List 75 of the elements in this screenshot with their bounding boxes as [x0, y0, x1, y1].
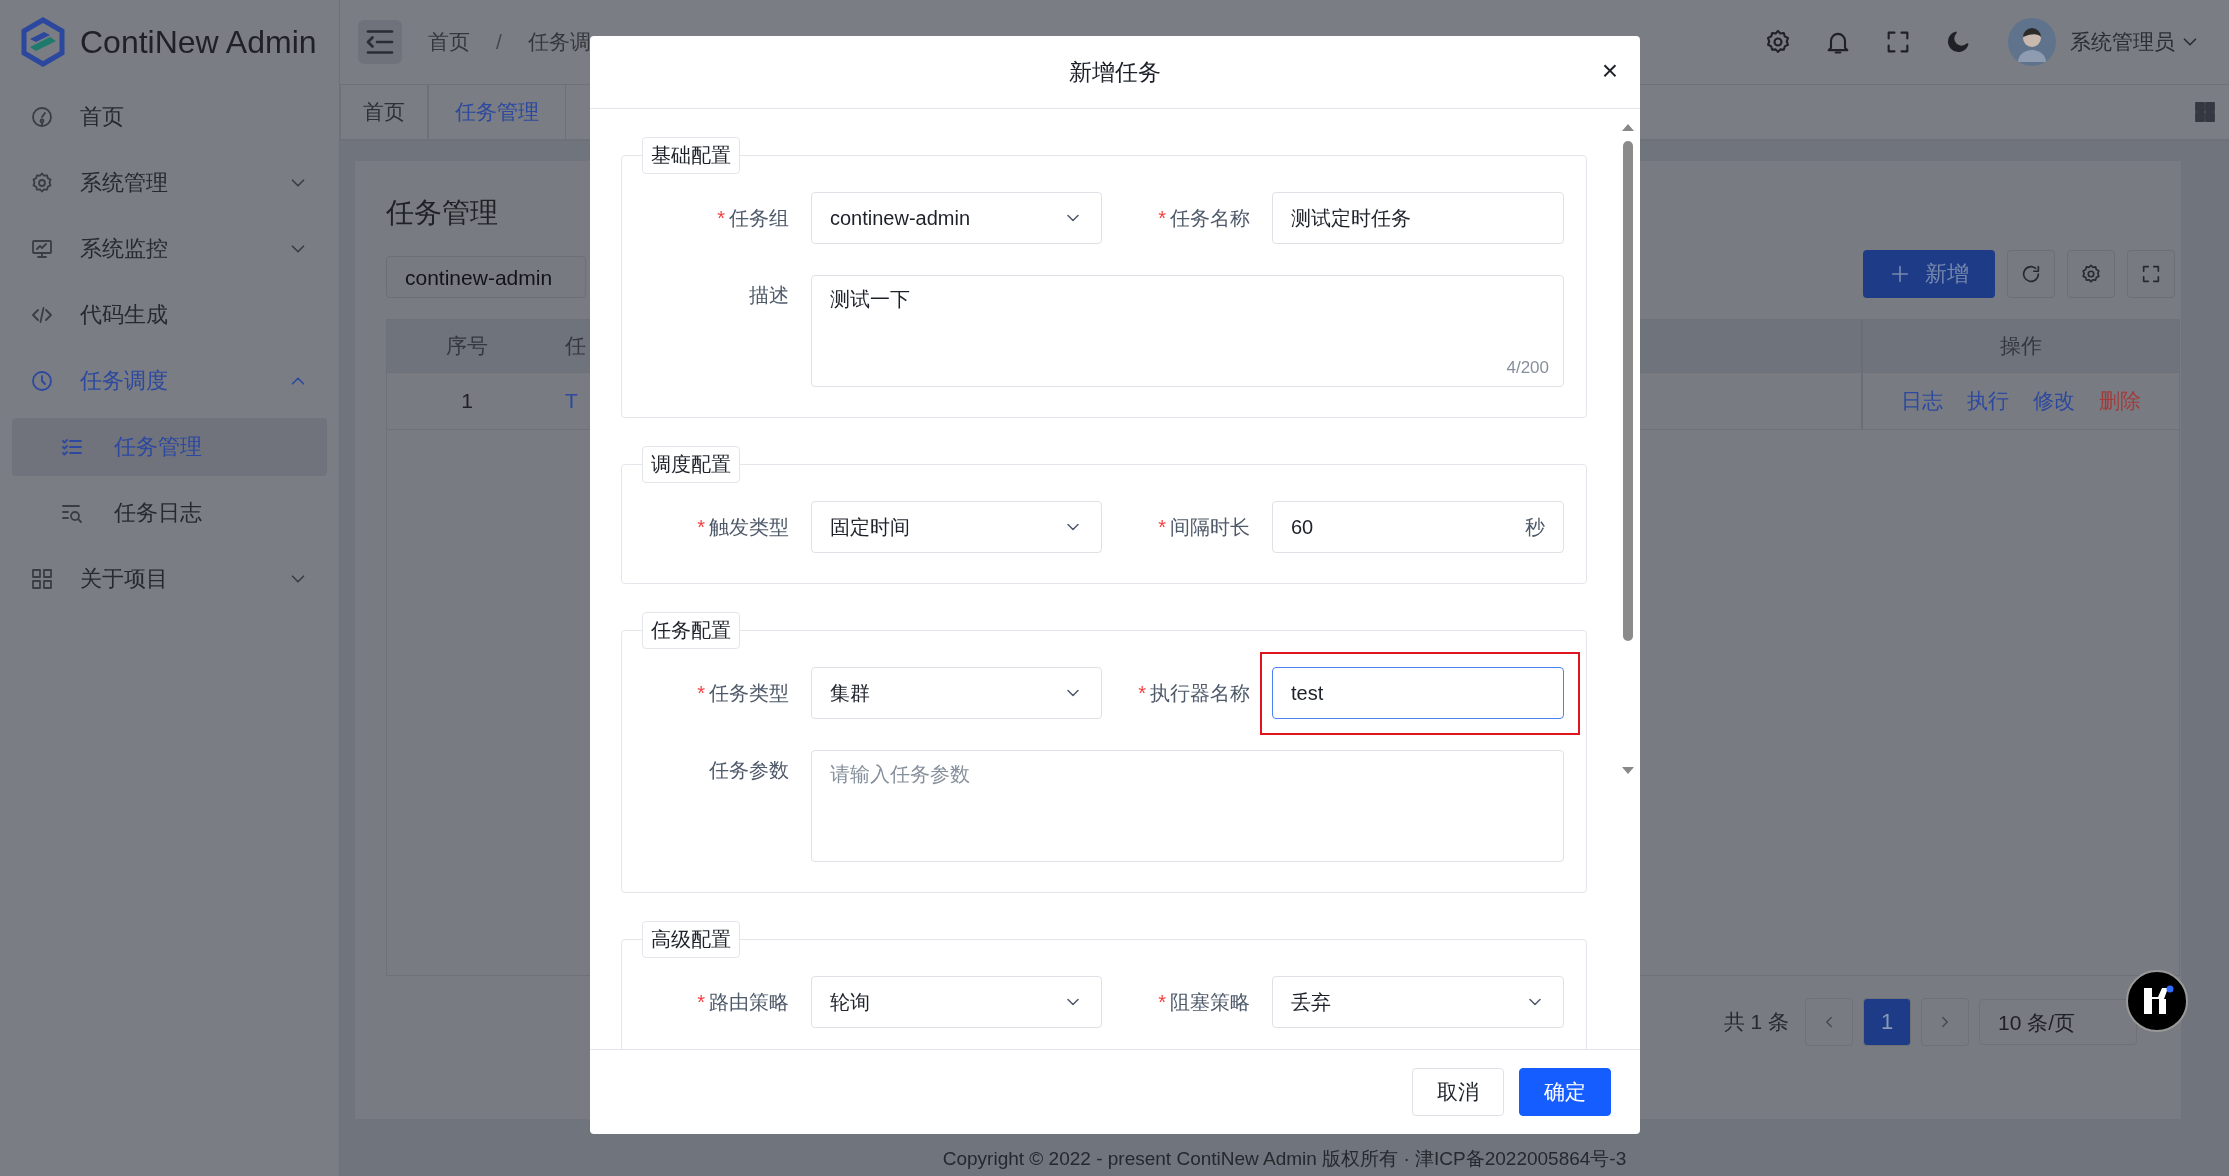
fullscreen-icon [2140, 263, 2162, 285]
refresh-button[interactable] [2007, 250, 2055, 298]
fullscreen-button[interactable] [2127, 250, 2175, 298]
close-button[interactable]: × [1597, 56, 1622, 86]
menu-fold-icon[interactable] [358, 20, 402, 64]
hexagon-logo-icon [20, 17, 66, 67]
column-header: 任 [564, 333, 587, 359]
app-title: ContiNew Admin [80, 23, 317, 61]
action-link[interactable]: 日志 [1901, 387, 1943, 415]
grid-icon [30, 567, 54, 591]
page-button[interactable]: 1 [1863, 998, 1911, 1046]
tab[interactable]: 首页 [340, 85, 428, 139]
action-link[interactable]: 修改 [2033, 387, 2075, 415]
select-field[interactable]: 集群 [811, 667, 1102, 719]
copyright-text: Copyright © 2022 - present ContiNew Admin 版权所有 · 津ICP备2022005864号-3 [340, 1139, 2229, 1176]
settings-icon[interactable] [1764, 28, 1792, 56]
field-label: * 任务名称 [1158, 205, 1250, 231]
clock-icon [30, 369, 54, 393]
textarea-field[interactable]: 测试一下 4/200 [811, 275, 1564, 387]
breadcrumb-item[interactable]: 任务调 [527, 28, 591, 56]
user-menu[interactable]: 系统管理员 [2070, 28, 2201, 56]
grid-icon[interactable] [2193, 100, 2217, 124]
refresh-icon [2020, 263, 2042, 285]
action-link[interactable]: 执行 [1967, 387, 2009, 415]
gear-icon [30, 171, 54, 195]
settings-icon [2080, 263, 2102, 285]
unit-suffix: 秒 [1525, 514, 1545, 540]
select-field[interactable]: 固定时间 [811, 501, 1102, 553]
field-label: * 间隔时长 [1158, 514, 1250, 540]
select-field[interactable]: continew-admin [811, 192, 1102, 244]
settings-button[interactable] [2067, 250, 2115, 298]
sidebar-item[interactable]: 任务调度 [0, 348, 339, 414]
column-header: 序号 [445, 333, 489, 359]
sidebar-item[interactable]: 任务日志 [12, 484, 327, 542]
field-label: * 路由策略 [697, 989, 789, 1015]
section-title: 任务配置 [642, 612, 740, 649]
sidebar-item[interactable]: 系统监控 [0, 216, 339, 282]
select-field[interactable]: 丢弃 [1272, 976, 1564, 1028]
breadcrumb-separator: / [496, 30, 502, 54]
breadcrumb-item[interactable]: 首页 [428, 28, 470, 56]
column-header: 操作 [1861, 320, 2179, 372]
avatar[interactable] [2008, 18, 2056, 66]
textarea-field[interactable]: 请输入任务参数 [811, 750, 1564, 862]
page-title: 任务管理 [386, 196, 498, 230]
sidebar-item[interactable]: 代码生成 [0, 282, 339, 348]
sidebar-item[interactable]: 首页 [0, 84, 339, 150]
section-title: 调度配置 [642, 446, 740, 483]
confirm-button[interactable]: 确定 [1519, 1068, 1611, 1116]
input-field[interactable]: test [1272, 667, 1564, 719]
dialog-title: 新增任务 [1069, 57, 1161, 87]
field-label: 描述 [749, 282, 789, 308]
cancel-button[interactable]: 取消 [1412, 1068, 1504, 1116]
field-label: * 触发类型 [697, 514, 789, 540]
total-count: 共 1 条 [1723, 1009, 1789, 1035]
dashboard-icon [30, 105, 54, 129]
field-label: 任务参数 [709, 757, 789, 783]
table-cell-text: 1 [460, 389, 474, 413]
plus-icon [1889, 263, 1911, 285]
add-button[interactable]: 新增 [1863, 250, 1995, 298]
field-label: * 执行器名称 [1138, 680, 1250, 706]
input-field[interactable]: 测试定时任务 [1272, 192, 1564, 244]
sidebar-item[interactable]: 系统管理 [0, 150, 339, 216]
select-field[interactable]: 轮询 [811, 976, 1102, 1028]
section-title: 基础配置 [642, 137, 740, 174]
monitor-icon [30, 237, 54, 261]
section-title: 高级配置 [642, 921, 740, 958]
field-label: * 阻塞策略 [1158, 989, 1250, 1015]
field-label: * 任务组 [717, 205, 789, 231]
input-field[interactable]: 60 秒 [1272, 501, 1564, 553]
field-label: * 任务类型 [697, 680, 789, 706]
sidebar-item[interactable]: 关于项目 [0, 546, 339, 612]
character-counter: 4/200 [1506, 358, 1549, 378]
tab[interactable]: 任务管理 [428, 85, 566, 139]
floating-logo-icon[interactable] [2126, 970, 2188, 1032]
group-select[interactable]: continew-admin [386, 256, 586, 298]
